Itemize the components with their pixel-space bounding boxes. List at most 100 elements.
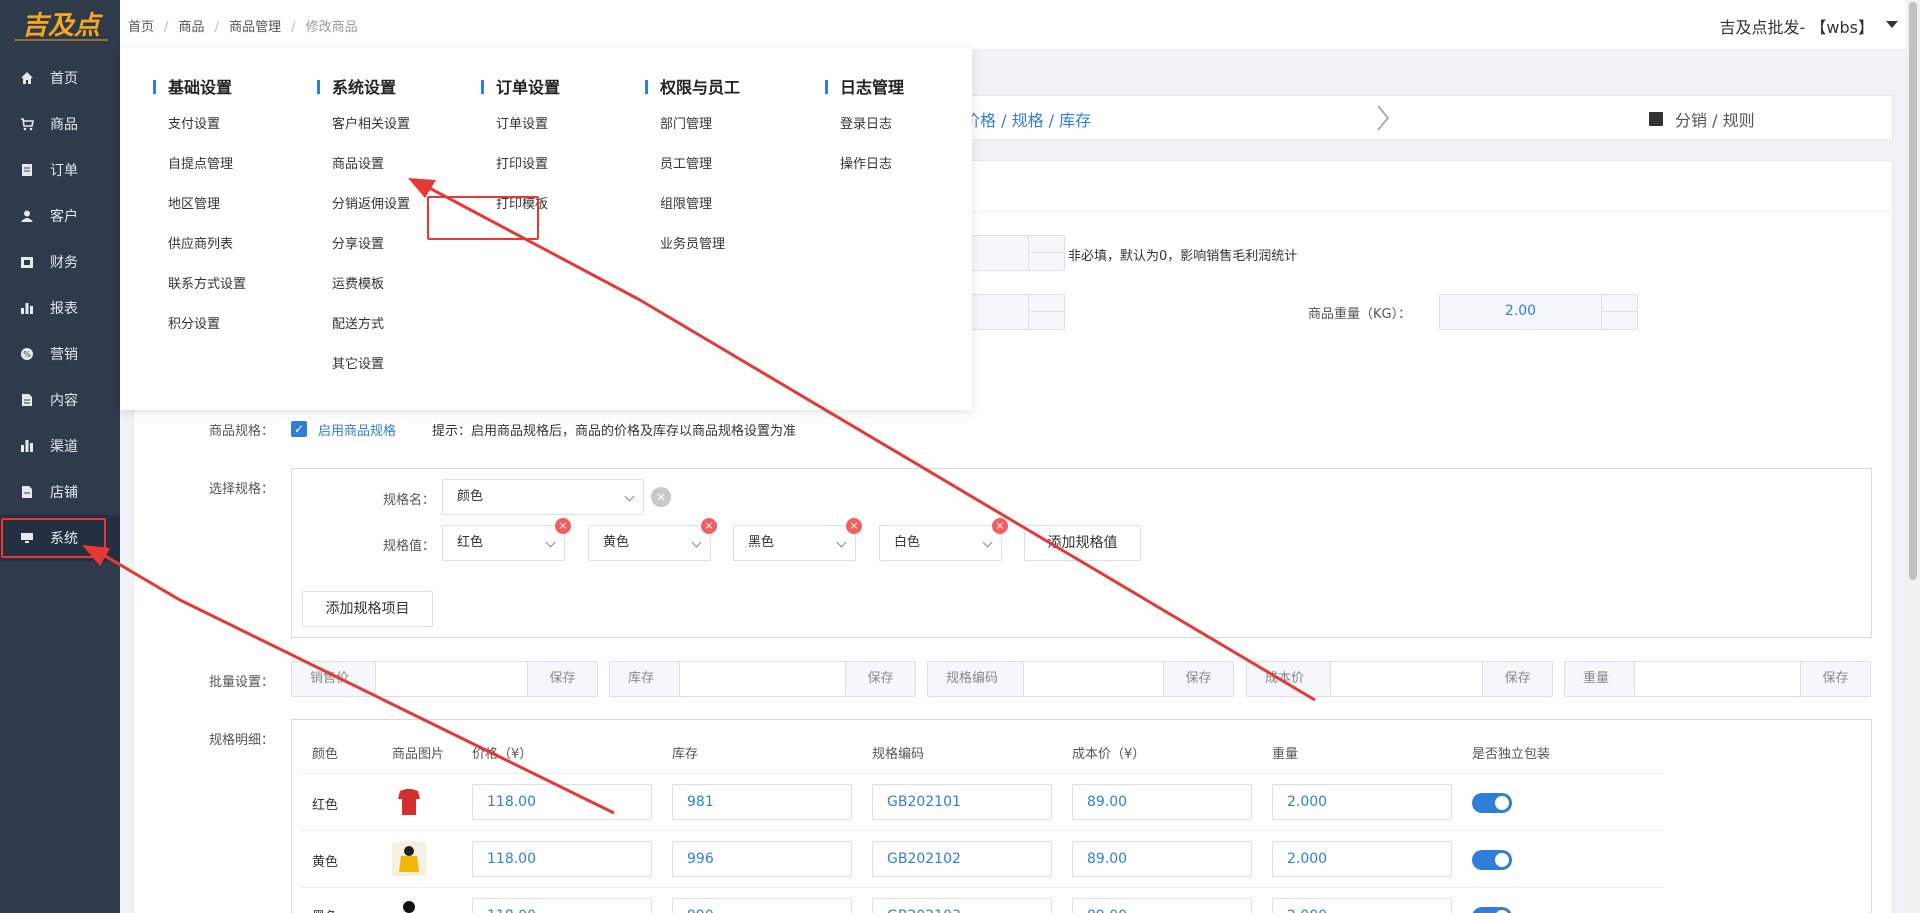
sidebar-item-reports[interactable]: 报表: [0, 285, 120, 331]
product-image-black: [392, 899, 426, 913]
batch-cost-field[interactable]: 成本价 保存: [1246, 661, 1553, 697]
spec-name-select[interactable]: 颜色: [442, 479, 644, 515]
row-stock-input[interactable]: 996: [672, 841, 852, 877]
menu-item-group[interactable]: 组限管理: [645, 185, 740, 225]
home-icon: [20, 71, 34, 85]
row-cost-input[interactable]: 89.00: [1072, 898, 1252, 913]
row-package-toggle[interactable]: [1472, 907, 1512, 913]
breadcrumb-home[interactable]: 首页: [128, 20, 154, 35]
sidebar-item-label: 内容: [50, 393, 78, 409]
spec-value-select-white[interactable]: 白色: [879, 525, 1002, 561]
sidebar-item-marketing[interactable]: % 营销: [0, 331, 120, 377]
menu-item-operation-log[interactable]: 操作日志: [825, 145, 904, 185]
shop-icon: [20, 485, 34, 499]
th-weight: 重量: [1272, 747, 1299, 762]
menu-item-pickup[interactable]: 自提点管理: [153, 145, 246, 185]
sidebar-item-goods[interactable]: 商品: [0, 101, 120, 147]
stepper-buttons[interactable]: [1028, 236, 1064, 270]
row-code-input[interactable]: GB202101: [872, 784, 1052, 820]
menu-item-print-settings[interactable]: 打印设置: [481, 145, 560, 185]
batch-stock-field[interactable]: 库存 保存: [609, 661, 916, 697]
row-weight-input[interactable]: 2.000: [1272, 841, 1452, 877]
remove-value-icon[interactable]: ×: [846, 518, 862, 534]
remove-value-icon[interactable]: ×: [555, 518, 571, 534]
step-distribution-rules[interactable]: 分销 / 规则: [1649, 107, 1755, 131]
menu-item-region[interactable]: 地区管理: [153, 185, 246, 225]
sidebar-item-customers[interactable]: 客户: [0, 193, 120, 239]
add-spec-item-button[interactable]: 添加规格项目: [302, 591, 433, 627]
batch-weight-save[interactable]: 保存: [1800, 662, 1870, 696]
row-code-input[interactable]: GB202103: [872, 898, 1052, 913]
brand-logo: 吉及点: [10, 6, 112, 46]
spec-value-select-black[interactable]: 黑色: [733, 525, 856, 561]
chevron-down-icon: [982, 537, 993, 548]
stepper-buttons[interactable]: [1028, 295, 1064, 329]
menu-item-points[interactable]: 积分设置: [153, 305, 246, 345]
scrollbar-thumb[interactable]: [1909, 2, 1917, 580]
spec-value-text: 白色: [894, 535, 921, 550]
add-spec-value-button[interactable]: 添加规格值: [1024, 525, 1141, 561]
stepper-buttons[interactable]: [1601, 295, 1637, 329]
batch-price-save[interactable]: 保存: [527, 662, 597, 696]
menu-item-salesman[interactable]: 业务员管理: [645, 225, 740, 265]
annotation-highlight-goods-settings: [427, 196, 539, 240]
chevron-down-icon: [545, 537, 556, 548]
row-price-input[interactable]: 118.00: [472, 898, 652, 913]
row-weight-input[interactable]: 2.000: [1272, 784, 1452, 820]
weight-input[interactable]: 2.00: [1439, 294, 1638, 330]
menu-item-customer-settings[interactable]: 客户相关设置: [317, 105, 410, 145]
sidebar-item-content[interactable]: 内容: [0, 377, 120, 423]
menu-item-supplier[interactable]: 供应商列表: [153, 225, 246, 265]
remove-value-icon[interactable]: ×: [992, 518, 1008, 534]
row-code-input[interactable]: GB202102: [872, 841, 1052, 877]
menu-item-share[interactable]: 分享设置: [317, 225, 410, 265]
menu-item-contact[interactable]: 联系方式设置: [153, 265, 246, 305]
sidebar-item-home[interactable]: 首页: [0, 55, 120, 101]
step-price-spec-stock[interactable]: 价格 / 规格 / 库存: [964, 107, 1091, 131]
row-stock-input[interactable]: 981: [672, 784, 852, 820]
menu-item-staff[interactable]: 员工管理: [645, 145, 740, 185]
spec-name-value: 颜色: [457, 489, 484, 504]
batch-code-save[interactable]: 保存: [1163, 662, 1233, 696]
menu-item-freight[interactable]: 运费模板: [317, 265, 410, 305]
chevron-down-icon[interactable]: [1886, 21, 1898, 28]
row-price-input[interactable]: 118.00: [472, 784, 652, 820]
sidebar-item-orders[interactable]: 订单: [0, 147, 120, 193]
menu-item-goods-settings[interactable]: 商品设置: [317, 145, 410, 185]
row-cost-input[interactable]: 89.00: [1072, 841, 1252, 877]
batch-label: 批量设置：: [209, 675, 275, 690]
breadcrumb-goods[interactable]: 商品: [179, 20, 205, 35]
spec-value-select-red[interactable]: 红色: [442, 525, 565, 561]
menu-item-other[interactable]: 其它设置: [317, 345, 410, 385]
breadcrumb-goods-manage[interactable]: 商品管理: [229, 20, 281, 35]
menu-item-payment[interactable]: 支付设置: [153, 105, 246, 145]
row-cost-input[interactable]: 89.00: [1072, 784, 1252, 820]
menu-item-order-settings[interactable]: 订单设置: [481, 105, 560, 145]
row-weight-input[interactable]: 2.000: [1272, 898, 1452, 913]
batch-code-field[interactable]: 规格编码 保存: [927, 661, 1234, 697]
batch-weight-field[interactable]: 重量 保存: [1564, 661, 1871, 697]
remove-spec-icon[interactable]: ×: [651, 487, 671, 507]
sidebar-item-system[interactable]: 系统: [0, 515, 120, 561]
menu-item-commission[interactable]: 分销返佣设置: [317, 185, 410, 225]
user-name[interactable]: 吉及点批发- 【wbs】: [1720, 14, 1874, 38]
batch-price-field[interactable]: 销售价 保存: [291, 661, 598, 697]
row-package-toggle[interactable]: [1472, 793, 1512, 813]
menu-item-department[interactable]: 部门管理: [645, 105, 740, 145]
batch-cost-save[interactable]: 保存: [1482, 662, 1552, 696]
enable-spec-label[interactable]: 启用商品规格: [318, 420, 396, 439]
row-stock-input[interactable]: 990: [672, 898, 852, 913]
sidebar-item-label: 首页: [50, 71, 78, 87]
row-price-input[interactable]: 118.00: [472, 841, 652, 877]
menu-item-login-log[interactable]: 登录日志: [825, 105, 904, 145]
row-package-toggle[interactable]: [1472, 850, 1512, 870]
batch-stock-save[interactable]: 保存: [845, 662, 915, 696]
menu-item-delivery[interactable]: 配送方式: [317, 305, 410, 345]
sidebar-item-shop[interactable]: 店铺: [0, 469, 120, 515]
enable-spec-checkbox[interactable]: ✓: [291, 421, 307, 437]
sidebar-item-channels[interactable]: 渠道: [0, 423, 120, 469]
spec-value-select-yellow[interactable]: 黄色: [588, 525, 711, 561]
page-scrollbar[interactable]: [1906, 0, 1920, 913]
sidebar-item-finance[interactable]: 财务: [0, 239, 120, 285]
remove-value-icon[interactable]: ×: [701, 518, 717, 534]
